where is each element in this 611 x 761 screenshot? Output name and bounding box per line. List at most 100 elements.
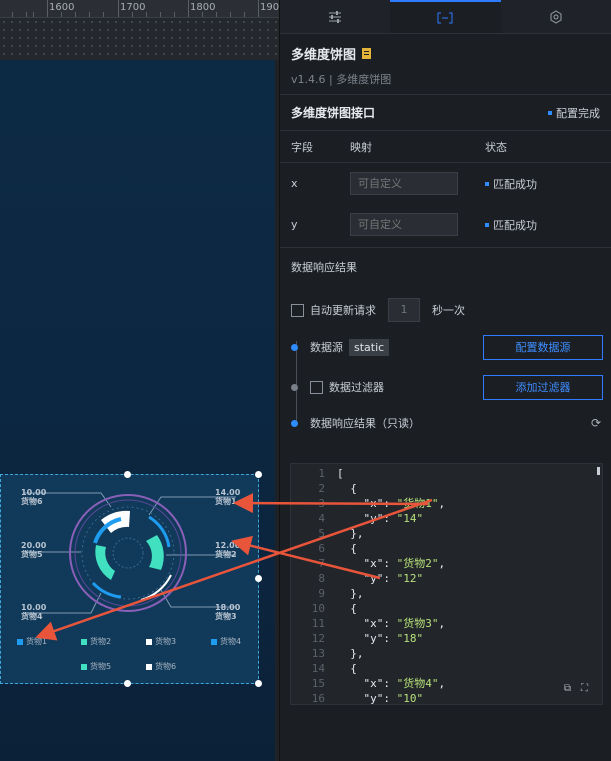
resize-handle[interactable] (124, 680, 131, 687)
label-right-0: 14.00 货物1 (215, 488, 241, 506)
step-dot-icon (291, 383, 298, 391)
auto-update-checkbox[interactable] (291, 303, 304, 317)
code-scrollbar[interactable] (597, 467, 600, 703)
filter-row: 数据过滤器 添加过滤器 (291, 367, 611, 407)
code-line: "y": "18" (363, 632, 424, 645)
code-line: { (337, 542, 357, 555)
line-number: 16 (311, 692, 325, 705)
line-number: 10 (311, 602, 325, 615)
step-dot-icon (291, 343, 298, 351)
interface-header: 多维度饼图接口 配置完成 (280, 95, 611, 131)
code-line: }, (337, 527, 364, 540)
line-number: 15 (311, 677, 325, 690)
status-dot-icon (485, 181, 489, 186)
code-line: }, (337, 587, 364, 600)
code-line: { (337, 602, 357, 615)
code-line: }, (337, 647, 364, 660)
field-status: 匹配成功 (485, 176, 537, 192)
bracket-icon (437, 12, 453, 23)
field-row-x: x 匹配成功 (280, 163, 611, 204)
status-dot-icon (485, 222, 489, 227)
line-number: 4 (318, 512, 325, 525)
component-version: v1.4.6 | 多维度饼图 (291, 73, 392, 86)
config-data-source-button[interactable]: 配置数据源 (483, 334, 603, 360)
result-section-title: 数据响应结果 (280, 247, 611, 285)
code-line: "y": "12" (363, 572, 424, 585)
interval-input[interactable]: 1 (388, 298, 420, 322)
code-line: "x": "货物1", (363, 497, 446, 510)
code-tools: ⧉ ⛶ (564, 683, 588, 694)
line-number: 7 (318, 557, 325, 570)
tab-interaction[interactable] (501, 0, 611, 33)
data-flow: 数据源 static 配置数据源 数据过滤器 添加过滤器 数据响应结果（只读） … (280, 327, 611, 439)
canvas-margin (0, 18, 279, 60)
readonly-result-row: 数据响应结果（只读） ⟳ (291, 407, 611, 439)
resize-handle[interactable] (255, 575, 262, 582)
resize-handle[interactable] (255, 680, 262, 687)
auto-update-row: 自动更新请求 1 秒一次 (280, 293, 611, 327)
copy-icon[interactable]: ⧉ (564, 683, 571, 694)
interface-status: 配置完成 (548, 105, 600, 121)
code-line: "x": "货物4", (363, 677, 446, 690)
add-filter-button[interactable]: 添加过滤器 (483, 374, 603, 400)
interface-title: 多维度饼图接口 (291, 106, 376, 120)
status-dot-icon (548, 110, 552, 115)
line-number: 9 (318, 587, 325, 600)
field-status: 匹配成功 (485, 217, 537, 233)
tab-data[interactable] (390, 0, 501, 33)
legend-item[interactable]: 货物6 (146, 661, 176, 672)
legend-item[interactable]: 货物2 (81, 636, 111, 647)
mapping-input-x[interactable] (350, 172, 458, 195)
pie-graphic (23, 492, 236, 614)
ruler-label: 190 (260, 2, 279, 13)
label-right-1: 12.00 货物2 (215, 541, 241, 559)
fullscreen-icon[interactable]: ⛶ (581, 683, 588, 694)
document-icon[interactable] (362, 48, 372, 59)
line-number: 3 (318, 497, 325, 510)
code-line: [ (337, 467, 344, 480)
legend-item[interactable]: 货物5 (81, 661, 111, 672)
data-source-row: 数据源 static 配置数据源 (291, 327, 611, 367)
label-left-1: 20.00 货物5 (21, 541, 47, 559)
code-line: { (337, 482, 357, 495)
resize-handle[interactable] (255, 471, 262, 478)
resize-handle[interactable] (124, 471, 131, 478)
json-result-viewer[interactable]: 1 2 3 4 5 6 7 8 9 10 11 12 13 14 15 16 [ { "x": "货物1", … (290, 463, 603, 705)
line-numbers: 1 2 3 4 5 6 7 8 9 10 11 12 13 14 15 16 (291, 466, 325, 705)
line-number: 11 (311, 617, 325, 630)
tab-style[interactable] (280, 0, 390, 33)
multi-pie-widget[interactable]: 10.00 货物6 20.00 货物5 10.00 货物4 14.00 货物1 12.0… (0, 474, 259, 684)
mapping-input-y[interactable] (350, 213, 458, 236)
label-left-2: 10.00 货物4 (21, 603, 47, 621)
panel-tabs (280, 0, 611, 34)
code-line: { (337, 662, 357, 675)
line-number: 14 (311, 662, 325, 675)
legend-item[interactable]: 货物1 (17, 636, 47, 647)
editor-canvas: 1600 1700 1800 190 10.00 货物6 20.00 货物5 1… (0, 0, 279, 761)
line-number: 1 (318, 467, 325, 480)
refresh-hex-icon (550, 9, 562, 24)
line-number: 13 (311, 647, 325, 660)
code-line: "y": "14" (363, 512, 424, 525)
data-source-badge: static (349, 338, 390, 356)
legend-item[interactable]: 货物3 (146, 636, 176, 647)
label-right-2: 18.00 货物3 (215, 603, 241, 621)
code-line: "x": "货物3", (363, 617, 446, 630)
field-row-y: y 匹配成功 (280, 204, 611, 245)
component-header: 多维度饼图 v1.4.6 | 多维度饼图 (280, 34, 611, 95)
line-number: 6 (318, 542, 325, 555)
mapping-table-header: 字段 映射 状态 (280, 131, 611, 163)
line-number: 2 (318, 482, 325, 495)
json-code: [ { "x": "货物1", "y": "14" }, { "x": "货物2… (337, 466, 446, 705)
line-number: 12 (311, 632, 325, 645)
line-number: 5 (318, 527, 325, 540)
component-title: 多维度饼图 (291, 44, 600, 63)
code-line: "x": "货物2", (363, 557, 446, 570)
step-dot-icon (291, 419, 298, 427)
legend-item[interactable]: 货物4 (211, 636, 241, 647)
filter-checkbox[interactable] (310, 380, 323, 394)
horizontal-ruler: 1600 1700 1800 190 (0, 0, 279, 18)
sliders-icon (329, 10, 342, 23)
refresh-icon[interactable]: ⟳ (591, 416, 601, 430)
code-line: "y": "10" (363, 692, 424, 705)
